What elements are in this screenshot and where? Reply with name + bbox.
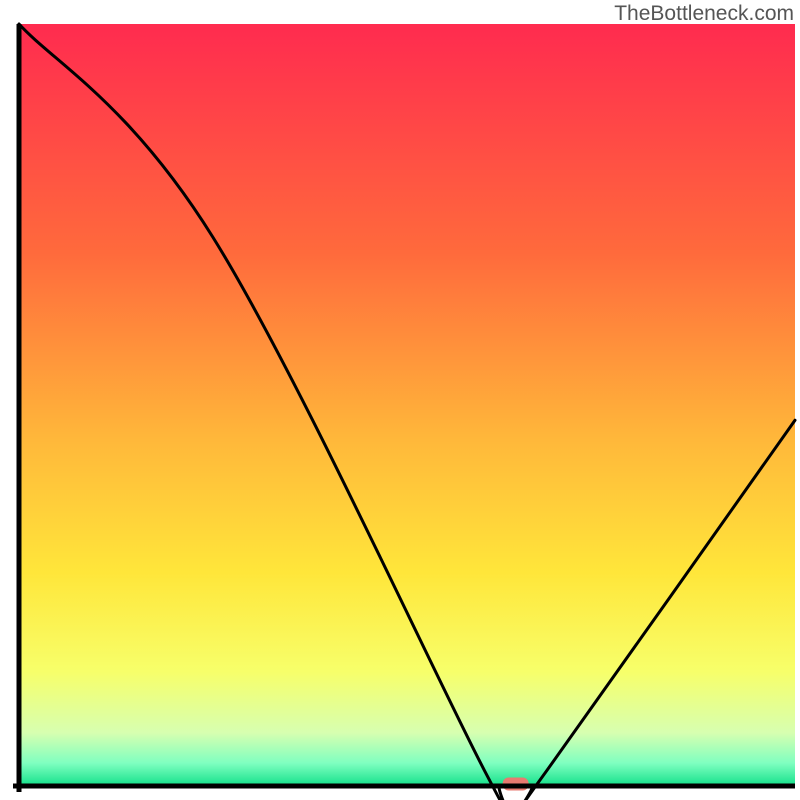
plot-background (19, 24, 795, 786)
bottleneck-chart: TheBottleneck.com (0, 0, 800, 800)
watermark-label: TheBottleneck.com (614, 2, 794, 26)
chart-svg (0, 0, 800, 800)
